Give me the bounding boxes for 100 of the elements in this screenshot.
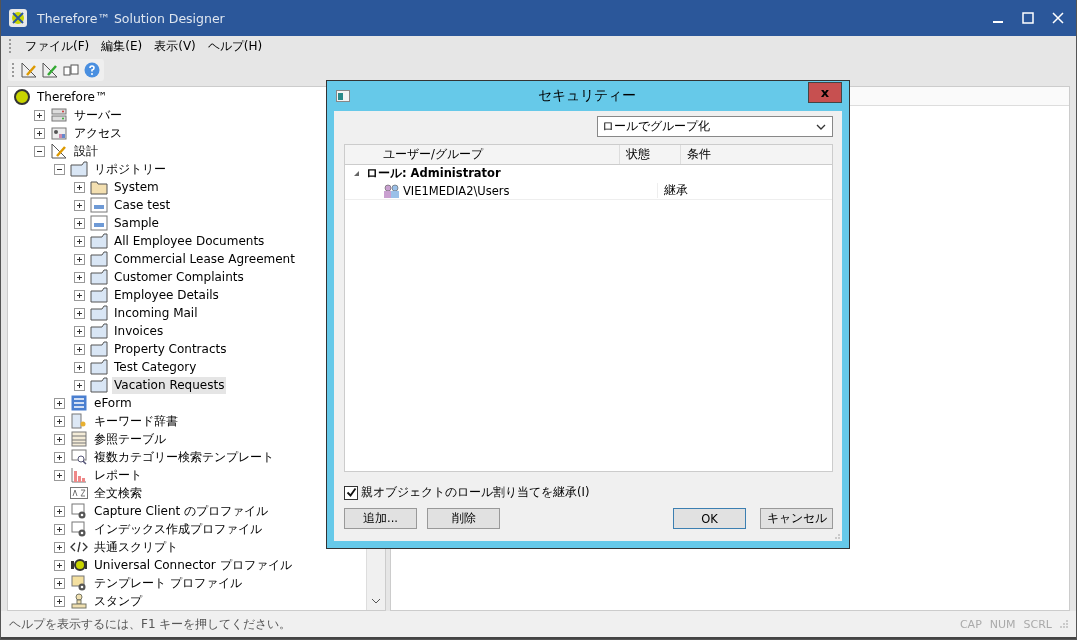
dialog-button[interactable]: キャンセル — [760, 508, 833, 529]
tree-item[interactable]: Test Category — [112, 358, 199, 376]
tree-item[interactable]: 共通スクリプト — [92, 538, 180, 556]
window-title: Therefore™ Solution Designer — [37, 10, 225, 26]
folder-icon — [89, 359, 108, 375]
group-by-dropdown[interactable]: ロールでグループ化 — [597, 116, 833, 137]
expand-toggle-icon[interactable] — [34, 109, 45, 121]
expand-toggle-icon[interactable] — [54, 469, 65, 481]
tree-item[interactable]: 全文検索 — [92, 484, 144, 502]
expand-toggle-icon[interactable] — [74, 253, 85, 265]
tree-item[interactable]: System — [112, 178, 161, 196]
expand-toggle-icon[interactable] — [74, 199, 85, 211]
expand-toggle-icon[interactable] — [74, 181, 85, 193]
tree-item[interactable]: Incoming Mail — [112, 304, 200, 322]
document-icon — [89, 215, 108, 231]
expand-toggle-icon[interactable] — [54, 451, 65, 463]
tree-item[interactable]: Invoices — [112, 322, 166, 340]
expand-toggle-icon[interactable] — [74, 379, 85, 391]
form-icon — [70, 395, 87, 411]
tree-item[interactable]: Case test — [112, 196, 173, 214]
expand-toggle-icon[interactable] — [54, 559, 65, 571]
dialog-button[interactable]: 削除 — [427, 508, 500, 529]
collapse-triangle-icon[interactable] — [353, 170, 360, 177]
tree-item[interactable]: リポジトリー — [92, 160, 168, 178]
expand-toggle-icon[interactable] — [54, 577, 65, 589]
folder-icon — [89, 305, 108, 321]
expand-toggle-icon[interactable] — [34, 127, 45, 139]
stamp-icon — [70, 593, 87, 609]
tree-item[interactable]: Sample — [112, 214, 161, 232]
tree-item[interactable]: Universal Connector プロファイル — [92, 556, 294, 574]
folder-icon — [89, 377, 108, 393]
tree-item[interactable]: 参照テーブル — [92, 430, 168, 448]
expand-toggle-icon[interactable] — [54, 505, 65, 517]
expand-toggle-icon[interactable] — [74, 307, 85, 319]
tree-item[interactable]: Commercial Lease Agreement — [112, 250, 297, 268]
key-indicator: NUM — [989, 617, 1016, 631]
magnifier-icon — [70, 449, 87, 465]
column-header[interactable]: 状態 — [620, 145, 681, 164]
close-icon[interactable] — [1052, 12, 1064, 24]
tree-item[interactable]: レポート — [92, 466, 144, 484]
tree-item[interactable]: Therefore™ — [35, 88, 109, 106]
tree-item[interactable]: Capture Client のプロファイル — [92, 502, 271, 520]
column-header[interactable]: ユーザー/グループ — [345, 145, 620, 164]
tree-item[interactable]: テンプレート プロファイル — [92, 574, 244, 592]
expand-toggle-icon[interactable] — [54, 415, 65, 427]
tree-item[interactable]: Property Contracts — [112, 340, 229, 358]
menu-item[interactable]: 編集(E) — [101, 37, 143, 55]
tree-item[interactable]: Vacation Requests — [112, 376, 227, 394]
dialog-button[interactable]: 追加... — [344, 508, 417, 529]
bar-chart-icon — [70, 467, 87, 483]
server-icon — [50, 107, 67, 123]
menu-item[interactable]: ヘルプ(H) — [207, 37, 263, 55]
collapse-toggle-icon[interactable] — [54, 163, 65, 175]
key-indicator: CAP — [959, 617, 982, 631]
expand-toggle-icon[interactable] — [74, 289, 85, 301]
resize-grip-icon[interactable] — [1060, 620, 1068, 628]
tree-item[interactable]: All Employee Documents — [112, 232, 267, 250]
chevron-down-icon[interactable] — [371, 598, 381, 604]
dialog-button[interactable]: OK — [673, 508, 746, 529]
group-heading: ロール: Administrator — [366, 166, 501, 181]
expand-toggle-icon[interactable] — [74, 325, 85, 337]
tree-item[interactable]: アクセス — [72, 124, 124, 142]
column-header[interactable]: 条件 — [681, 145, 832, 164]
table-cell: 継承 — [664, 183, 688, 197]
menu-item[interactable]: ファイル(F) — [25, 37, 90, 55]
maximize-icon[interactable] — [1022, 12, 1034, 24]
tree-item[interactable]: Employee Details — [112, 286, 221, 304]
expand-toggle-icon[interactable] — [54, 541, 65, 553]
folder-icon — [89, 269, 108, 285]
tree-item[interactable]: インデックス作成プロファイル — [92, 520, 264, 538]
collapse-toggle-icon[interactable] — [34, 145, 45, 157]
tree-item[interactable]: キーワード辞書 — [92, 412, 180, 430]
table-cell: VIE1MEDIA2\Users — [403, 183, 510, 198]
tree-item[interactable]: スタンプ — [92, 592, 144, 610]
folder-icon — [89, 323, 108, 339]
expand-toggle-icon[interactable] — [74, 235, 85, 247]
expand-toggle-icon[interactable] — [74, 343, 85, 355]
table-icon — [70, 431, 87, 447]
tree-item[interactable]: サーバー — [72, 106, 124, 124]
text-icon — [69, 487, 88, 499]
expand-toggle-icon[interactable] — [74, 361, 85, 373]
expand-toggle-icon[interactable] — [54, 595, 65, 607]
gear-icon — [70, 503, 87, 519]
resize-grip-icon[interactable] — [832, 531, 840, 539]
tree-item[interactable]: 複数カテゴリー検索テンプレート — [92, 448, 276, 466]
folder-icon — [89, 287, 108, 303]
expand-toggle-icon[interactable] — [54, 433, 65, 445]
connector-icon — [69, 557, 88, 573]
text-icon — [63, 62, 79, 78]
close-button[interactable]: x — [808, 81, 842, 103]
tree-item[interactable]: Customer Complaints — [112, 268, 246, 286]
tree-item[interactable]: 設計 — [72, 142, 100, 160]
menu-item[interactable]: 表示(V) — [154, 37, 196, 55]
expand-toggle-icon[interactable] — [54, 523, 65, 535]
checkbox[interactable] — [344, 485, 358, 500]
expand-toggle-icon[interactable] — [54, 397, 65, 409]
expand-toggle-icon[interactable] — [74, 217, 85, 229]
checkbox-label[interactable]: 親オブジェクトのロール割り当てを継承(I) — [361, 485, 590, 500]
expand-toggle-icon[interactable] — [74, 271, 85, 283]
tree-item[interactable]: eForm — [92, 394, 134, 412]
